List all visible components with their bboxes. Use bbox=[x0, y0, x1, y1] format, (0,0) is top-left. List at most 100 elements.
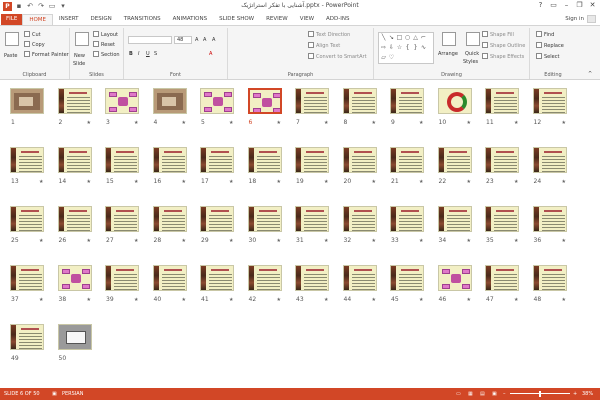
slide-thumbnail[interactable] bbox=[485, 265, 519, 291]
shape-callout-icon[interactable]: ▱ bbox=[380, 54, 387, 61]
replace-button[interactable]: Replace bbox=[536, 42, 564, 50]
slide-thumbnail[interactable] bbox=[247, 265, 282, 291]
minimize-button[interactable]: – bbox=[561, 0, 572, 10]
ribbon-display-options-icon[interactable]: ▭ bbox=[548, 0, 559, 10]
new-slide-button[interactable]: New bbox=[74, 52, 85, 60]
transition-star-icon[interactable]: ★ bbox=[514, 120, 518, 126]
transition-star-icon[interactable]: ★ bbox=[562, 120, 566, 126]
transition-star-icon[interactable]: ★ bbox=[514, 297, 518, 303]
start-slideshow-icon[interactable]: ▭ bbox=[48, 1, 56, 11]
transition-star-icon[interactable]: ★ bbox=[324, 120, 328, 126]
slide-thumbnail[interactable] bbox=[295, 88, 329, 114]
shape-rect-icon[interactable]: □ bbox=[396, 34, 403, 41]
shapes-gallery[interactable]: ╲ ↘ □ ○ △ ⌐ ⇨ ⇩ ☆ { } ∿ ▱ ♡ bbox=[378, 32, 434, 64]
tab-transitions[interactable]: TRANSITIONS bbox=[118, 14, 167, 25]
slide-thumbnail[interactable] bbox=[247, 147, 282, 173]
language-indicator[interactable]: PERSIAN bbox=[62, 388, 83, 400]
quick-styles-button[interactable]: Quick bbox=[465, 50, 479, 58]
slide-thumbnail[interactable] bbox=[485, 206, 519, 232]
tab-add-ins[interactable]: ADD-INS bbox=[320, 14, 355, 25]
slide-thumbnail[interactable] bbox=[485, 88, 519, 114]
tab-design[interactable]: DESIGN bbox=[85, 14, 118, 25]
slide-thumbnail[interactable] bbox=[10, 88, 44, 114]
transition-star-icon[interactable]: ★ bbox=[229, 297, 233, 303]
slide-thumbnail[interactable] bbox=[295, 147, 329, 173]
paragraph-list-buttons[interactable] bbox=[232, 36, 302, 44]
transition-star-icon[interactable]: ★ bbox=[467, 120, 471, 126]
transition-star-icon[interactable]: ★ bbox=[372, 238, 376, 244]
transition-star-icon[interactable]: ★ bbox=[562, 297, 566, 303]
slide-thumbnail[interactable] bbox=[105, 88, 139, 114]
slide-thumbnail[interactable] bbox=[437, 147, 472, 173]
shape-fill-button[interactable]: Shape Fill bbox=[482, 31, 514, 39]
slide-thumbnail[interactable] bbox=[57, 324, 92, 350]
cut-button[interactable]: Cut bbox=[24, 31, 41, 39]
transition-star-icon[interactable]: ★ bbox=[182, 297, 186, 303]
shape-oval-icon[interactable]: ○ bbox=[404, 34, 411, 41]
slide-thumbnail[interactable] bbox=[342, 206, 377, 232]
transition-star-icon[interactable]: ★ bbox=[134, 297, 138, 303]
slide-thumbnail[interactable] bbox=[342, 88, 377, 114]
slide-sorter-view-icon[interactable]: ▦ bbox=[468, 388, 473, 400]
new-slide-icon[interactable] bbox=[75, 32, 89, 46]
transition-star-icon[interactable]: ★ bbox=[87, 120, 91, 126]
restore-button[interactable]: ❐ bbox=[574, 0, 585, 10]
slide-thumbnail[interactable] bbox=[57, 147, 92, 173]
customize-qat-icon[interactable]: ▾ bbox=[59, 1, 67, 11]
slide-thumbnail[interactable] bbox=[532, 265, 567, 291]
tab-file[interactable]: FILE bbox=[1, 14, 23, 25]
transition-star-icon[interactable]: ★ bbox=[324, 297, 328, 303]
zoom-out-button[interactable]: – bbox=[503, 388, 506, 400]
slide-thumbnail[interactable] bbox=[10, 265, 44, 291]
slide-thumbnail[interactable] bbox=[10, 324, 44, 350]
increase-font-size-button[interactable]: A bbox=[195, 36, 198, 44]
tab-insert[interactable]: INSERT bbox=[53, 14, 84, 25]
quick-styles-icon[interactable] bbox=[466, 32, 480, 46]
slide-thumbnail[interactable] bbox=[437, 265, 472, 291]
transition-star-icon[interactable]: ★ bbox=[87, 297, 91, 303]
transition-star-icon[interactable]: ★ bbox=[134, 238, 138, 244]
slide-thumbnail[interactable] bbox=[57, 265, 92, 291]
select-button[interactable]: Select bbox=[536, 53, 559, 61]
transition-star-icon[interactable]: ★ bbox=[372, 297, 376, 303]
slide-thumbnail[interactable] bbox=[10, 147, 44, 173]
transition-star-icon[interactable]: ★ bbox=[39, 238, 43, 244]
slide-thumbnail[interactable] bbox=[200, 206, 234, 232]
tab-slide-show[interactable]: SLIDE SHOW bbox=[213, 14, 260, 25]
new-slide-button-label-2[interactable]: Slide bbox=[73, 60, 85, 68]
transition-star-icon[interactable]: ★ bbox=[277, 238, 281, 244]
slide-thumbnail[interactable] bbox=[105, 147, 139, 173]
transition-star-icon[interactable]: ★ bbox=[229, 238, 233, 244]
shape-star-icon[interactable]: ☆ bbox=[396, 44, 403, 51]
help-button[interactable]: ? bbox=[535, 0, 546, 10]
slide-thumbnail[interactable] bbox=[532, 147, 567, 173]
sign-in-link[interactable]: Sign in bbox=[565, 16, 584, 22]
transition-star-icon[interactable]: ★ bbox=[229, 120, 233, 126]
proofing-icon[interactable]: ▣ bbox=[52, 388, 57, 400]
shape-down-arrow-icon[interactable]: ⇩ bbox=[388, 44, 395, 51]
account-avatar[interactable] bbox=[587, 15, 596, 23]
transition-star-icon[interactable]: ★ bbox=[467, 297, 471, 303]
slide-thumbnail[interactable] bbox=[152, 265, 187, 291]
close-button[interactable]: ✕ bbox=[587, 0, 598, 10]
transition-star-icon[interactable]: ★ bbox=[419, 120, 423, 126]
transition-star-icon[interactable]: ★ bbox=[277, 179, 281, 185]
convert-smartart-button[interactable]: Convert to SmartArt bbox=[308, 53, 367, 61]
shape-line-icon[interactable]: ╲ bbox=[380, 34, 387, 41]
transition-star-icon[interactable]: ★ bbox=[324, 179, 328, 185]
transition-star-icon[interactable]: ★ bbox=[134, 179, 138, 185]
transition-star-icon[interactable]: ★ bbox=[514, 238, 518, 244]
slide-thumbnail[interactable] bbox=[437, 88, 472, 114]
slide-thumbnail[interactable] bbox=[342, 147, 377, 173]
slide-thumbnail[interactable] bbox=[295, 265, 329, 291]
slide-thumbnail[interactable] bbox=[57, 88, 92, 114]
transition-star-icon[interactable]: ★ bbox=[182, 238, 186, 244]
shape-arrow-icon[interactable]: ↘ bbox=[388, 34, 395, 41]
section-button[interactable]: Section bbox=[93, 51, 120, 59]
shape-effects-button[interactable]: Shape Effects bbox=[482, 53, 524, 61]
copy-button[interactable]: Copy bbox=[24, 41, 45, 49]
tab-animations[interactable]: ANIMATIONS bbox=[167, 14, 214, 25]
paste-button[interactable]: Paste bbox=[4, 52, 18, 60]
transition-star-icon[interactable]: ★ bbox=[277, 120, 281, 126]
transition-star-icon[interactable]: ★ bbox=[87, 179, 91, 185]
